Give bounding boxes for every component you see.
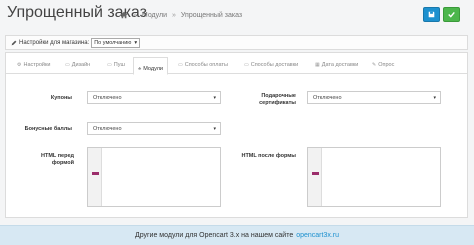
tab-label: Способы оплаты [184, 62, 228, 68]
breadcrumb: » Модули » Упрощенный заказ [120, 11, 242, 19]
chevron-down-icon: ▾ [134, 39, 138, 46]
save-button[interactable] [423, 7, 440, 22]
bonus-points-label: Бонусные баллы [24, 126, 72, 132]
html-after-form-editor[interactable] [307, 147, 441, 207]
coupons-select-value: Отключено [93, 94, 122, 101]
store-select-value: По умолчанию [94, 39, 132, 46]
truck-icon: ▭ [244, 62, 249, 68]
coupons-label: Купоны [50, 95, 72, 101]
tab-design[interactable]: ▭ Дизайн [65, 62, 90, 68]
line-marker [92, 172, 99, 175]
html-after-form-label: HTML после формы [241, 153, 296, 159]
calendar-icon: ▦ [315, 62, 320, 68]
tab-label: Пуш [113, 62, 125, 68]
gift-certificates-label: Подарочные сертификаты [259, 93, 296, 106]
store-settings-bar: Настройки для магазина: По умолчанию ▾ [5, 35, 468, 50]
bonus-points-select[interactable]: Отключено ▾ [87, 122, 221, 135]
card-icon: ▭ [178, 62, 183, 68]
breadcrumb-item-current[interactable]: Упрощенный заказ [181, 12, 242, 19]
breadcrumb-separator: » [133, 11, 137, 19]
tab-shipping-methods[interactable]: ▭ Способы доставки [244, 62, 298, 68]
editor-gutter [308, 148, 322, 206]
chevron-down-icon: ▾ [213, 95, 216, 101]
tab-payment-methods[interactable]: ▭ Способы оплаты [178, 62, 228, 68]
bell-icon: ▭ [107, 62, 112, 68]
tab-push[interactable]: ▭ Пуш [107, 62, 125, 68]
tab-label: Дизайн [71, 62, 91, 68]
editor-gutter [88, 148, 102, 206]
coupons-select[interactable]: Отключено ▾ [87, 91, 221, 104]
page-header: Упрощенный заказ » Модули » Упрощенный з… [0, 0, 474, 32]
tab-label: Дата доставки [321, 62, 359, 68]
tab-label: Способы доставки [250, 62, 299, 68]
tab-settings[interactable]: ⚙ Настройки [17, 62, 50, 68]
breadcrumb-item-modules[interactable]: Модули [142, 12, 167, 19]
store-settings-label: Настройки для магазина: [19, 39, 90, 46]
tab-label: Модули [143, 65, 163, 72]
tab-bar: ⚙ Настройки ▭ Дизайн ▭ Пуш ♣ Модули ▭ Сп… [6, 57, 467, 75]
pencil-icon: ✎ [372, 62, 377, 68]
puzzle-icon: ♣ [138, 65, 142, 72]
breadcrumb-separator: » [171, 11, 176, 19]
chevron-down-icon: ▾ [433, 95, 436, 101]
monitor-icon: ▭ [65, 62, 70, 68]
html-before-form-editor[interactable] [87, 147, 221, 207]
gift-certificates-select[interactable]: Отключено ▾ [307, 91, 441, 104]
save-icon [428, 11, 435, 18]
chevron-down-icon: ▾ [213, 126, 216, 132]
settings-panel: ⚙ Настройки ▭ Дизайн ▭ Пуш ♣ Модули ▭ Сп… [5, 52, 468, 218]
tab-survey[interactable]: ✎ Опрос [372, 62, 394, 68]
footer-text: Другие модули для Opencart 3.x на нашем … [134, 232, 294, 239]
tab-modules[interactable]: ♣ Модули [133, 57, 168, 75]
html-before-form-label: HTML перед формой [41, 153, 74, 166]
tab-label: Настройки [23, 62, 51, 68]
gift-certificates-select-value: Отключено [313, 94, 342, 101]
check-icon [448, 11, 455, 18]
home-icon[interactable] [120, 11, 128, 19]
footer-link[interactable]: opencart3x.ru [296, 232, 339, 239]
pencil-icon [11, 40, 17, 45]
gear-icon: ⚙ [17, 62, 22, 68]
tab-label: Опрос [378, 62, 395, 68]
line-marker [312, 172, 319, 175]
save-and-close-button[interactable] [443, 7, 460, 22]
tab-delivery-date[interactable]: ▦ Дата доставки [315, 62, 358, 68]
bonus-points-select-value: Отключено [93, 125, 122, 132]
store-select[interactable]: По умолчанию ▾ [91, 37, 141, 48]
footer-banner: Другие модули для Opencart 3.x на нашем … [0, 225, 474, 245]
